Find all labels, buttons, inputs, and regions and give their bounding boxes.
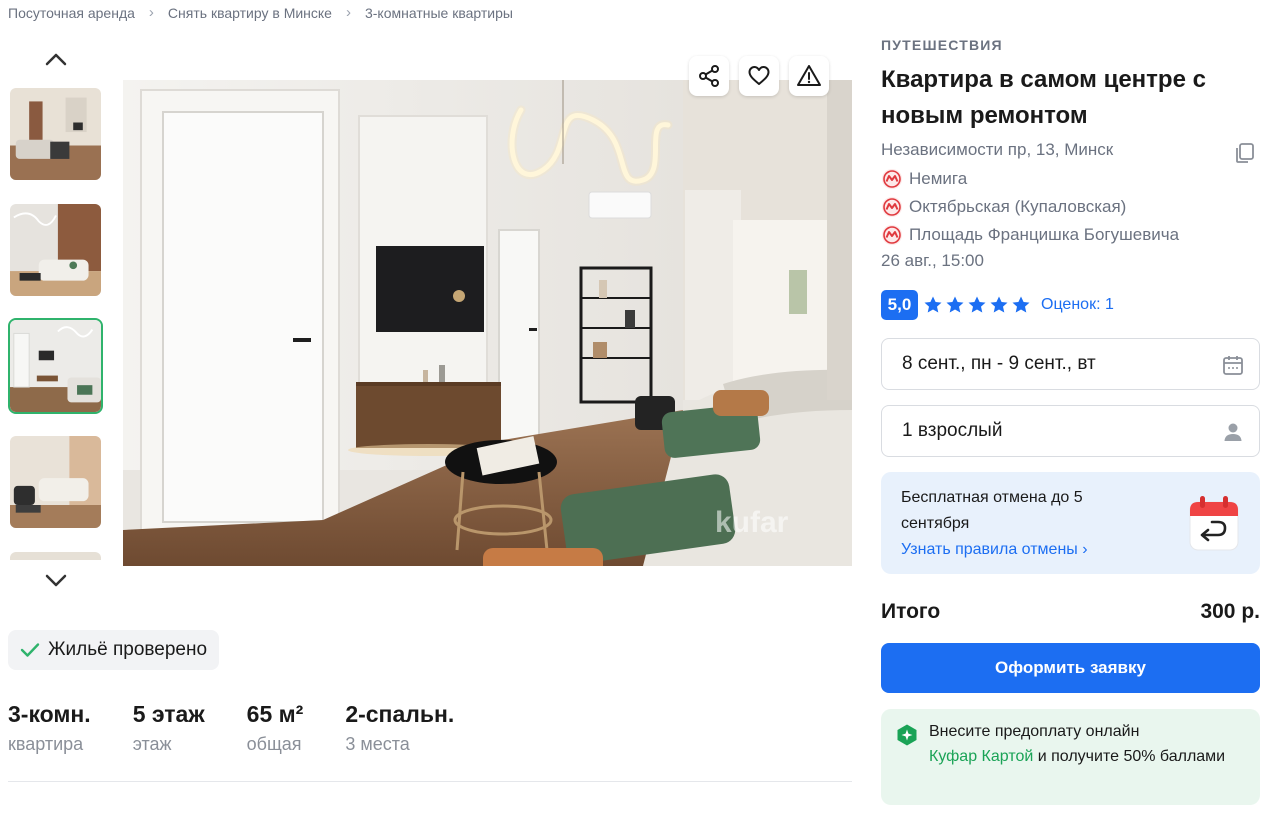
thumbnails-up-button[interactable] — [8, 44, 104, 74]
kufar-card-icon — [897, 724, 917, 746]
listing-address: Независимости пр, 13, Минск — [881, 140, 1114, 159]
photo-watermark: kufar — [715, 506, 789, 539]
breadcrumb-item[interactable]: Посуточная аренда — [8, 5, 135, 21]
star-icon — [1012, 296, 1030, 313]
listing-title: Квартира в самом центре с новым ремонтом — [881, 66, 1206, 129]
thumbnail-5[interactable] — [8, 550, 103, 560]
chevron-right-icon: › — [345, 4, 351, 21]
listing-category: ПУТЕШЕСТВИЯ — [881, 37, 1003, 53]
guests-value: 1 взрослый — [902, 420, 1003, 441]
heart-icon — [748, 66, 770, 85]
date-range-value: 8 сент., пн - 9 сент., вт — [902, 353, 1096, 374]
spec-rooms: 3-комн. квартира — [8, 700, 91, 760]
chevron-right-icon: › — [148, 4, 154, 21]
share-icon — [699, 65, 719, 87]
spec-bedrooms: 2-спальн. 3 места — [345, 700, 454, 760]
report-button[interactable] — [789, 56, 829, 96]
verified-badge: Жильё проверено — [8, 630, 220, 670]
metro-icon — [882, 197, 902, 217]
star-icon — [924, 296, 942, 313]
promo-text-after: и получите 50% баллами — [1037, 748, 1226, 765]
share-button[interactable] — [689, 56, 729, 96]
metro-icon — [882, 225, 902, 245]
calendar-icon — [1223, 356, 1243, 375]
chevron-down-icon — [45, 574, 67, 587]
main-photo[interactable]: kufar — [123, 80, 852, 566]
metro-name: Октябрьская (Купаловская) — [909, 197, 1127, 216]
spec-value: 2-спальн. — [345, 701, 455, 727]
metro-station: Октябрьская (Купаловская) — [881, 196, 1126, 218]
promo-text-before: Внесите предоплату онлайн — [929, 723, 1140, 740]
metro-name: Площадь Францишка Богушевича — [909, 225, 1180, 244]
breadcrumb: Посуточная аренда › Снять квартиру в Мин… — [8, 4, 513, 21]
spec-label: этаж — [132, 734, 172, 754]
spec-value: 65 м² — [246, 701, 304, 727]
copy-icon — [1236, 143, 1254, 163]
total-row: Итого 300 р. — [881, 600, 1260, 624]
user-icon — [1224, 423, 1242, 441]
thumbnail-list — [8, 86, 104, 560]
star-icon — [990, 296, 1008, 313]
spec-label: общая — [246, 734, 302, 754]
guests-field[interactable]: 1 взрослый — [881, 405, 1260, 457]
calendar-undo-icon — [1189, 496, 1239, 551]
metro-station: Площадь Францишка Богушевича — [881, 224, 1179, 246]
submit-request-button[interactable]: Оформить заявку — [881, 643, 1260, 693]
thumbnail-gallery — [8, 44, 104, 604]
spec-area: 65 м² общая — [247, 700, 304, 760]
cancellation-info: Бесплатная отмена до 5 сентября Узнать п… — [881, 472, 1260, 574]
spec-value: 5 этаж — [132, 701, 205, 727]
spec-value: 3-комн. — [8, 701, 91, 727]
spec-floor: 5 этаж этаж — [133, 700, 205, 760]
specs: 3-комн. квартира 5 этаж этаж 65 м² общая… — [8, 700, 496, 760]
thumbnail-4[interactable] — [8, 434, 103, 530]
verified-label: Жильё проверено — [48, 639, 208, 660]
rating-row: 5,0 Оценок: 1 — [881, 290, 1114, 320]
spec-label: квартира — [8, 734, 84, 754]
metro-icon — [882, 169, 902, 189]
total-label: Итого — [881, 600, 941, 623]
copy-address-button[interactable] — [1233, 141, 1257, 170]
breadcrumb-item[interactable]: 3-комнатные квартиры — [365, 5, 513, 21]
chevron-up-icon — [45, 53, 67, 66]
kufar-card-link[interactable]: Куфар Картой — [929, 748, 1033, 765]
total-value: 300 р. — [1200, 600, 1260, 623]
metro-station: Немига — [881, 168, 967, 190]
metro-name: Немига — [909, 169, 968, 188]
thumbnail-3[interactable] — [8, 318, 103, 414]
posted-date: 26 авг., 15:00 — [881, 251, 984, 270]
divider — [8, 781, 852, 782]
thumbnails-down-button[interactable] — [8, 566, 104, 596]
warning-icon — [797, 65, 821, 86]
cancellation-text: Бесплатная отмена до 5 сентября — [901, 489, 1083, 532]
rating-stars — [923, 295, 1031, 315]
thumbnail-2[interactable] — [8, 202, 103, 298]
cancellation-rules-link[interactable]: Узнать правила отмены › — [901, 541, 1088, 559]
star-icon — [968, 296, 986, 313]
date-range-field[interactable]: 8 сент., пн - 9 сент., вт — [881, 338, 1260, 390]
thumbnail-1[interactable] — [8, 86, 103, 182]
rating-badge: 5,0 — [881, 290, 918, 320]
prepayment-promo: Внесите предоплату онлайн Куфар Картой и… — [881, 709, 1260, 805]
favorite-button[interactable] — [739, 56, 779, 96]
star-icon — [946, 296, 964, 313]
photo-actions — [689, 56, 829, 96]
spec-label: 3 места — [345, 734, 410, 754]
reviews-link[interactable]: Оценок: 1 — [1041, 296, 1114, 314]
breadcrumb-item[interactable]: Снять квартиру в Минске — [168, 5, 332, 21]
check-icon — [20, 643, 40, 657]
